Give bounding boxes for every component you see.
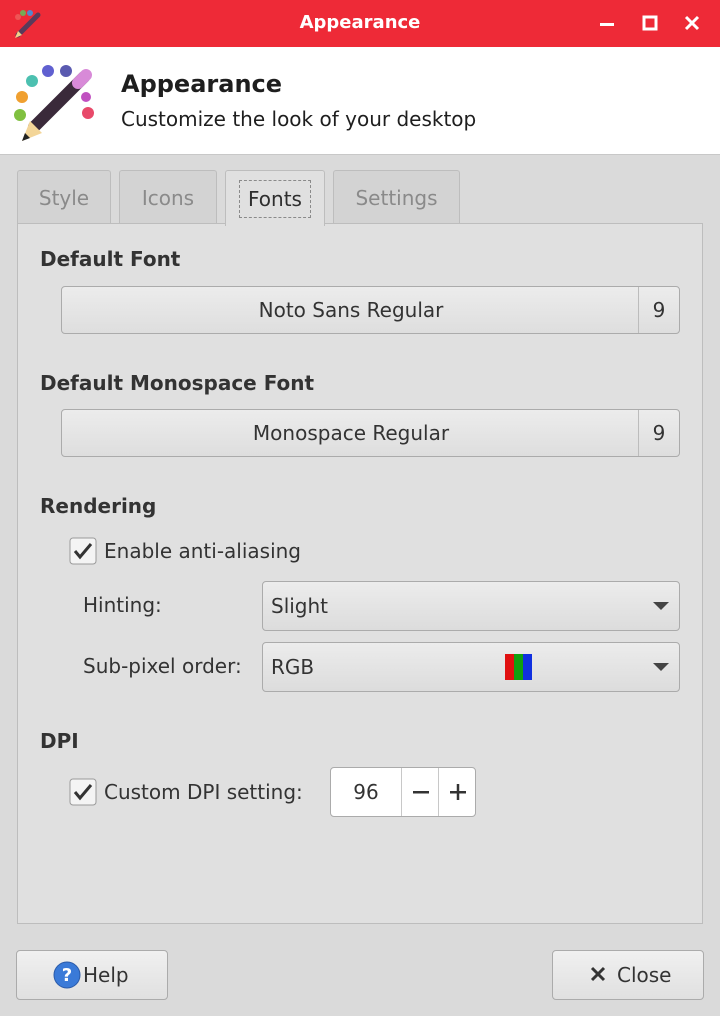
rendering-heading: Rendering [40,494,157,518]
tab-icons[interactable]: Icons [119,170,217,224]
svg-text:?: ? [62,965,72,986]
tab-label: Settings [355,185,438,210]
antialias-label: Enable anti-aliasing [104,539,302,563]
hinting-label: Hinting: [83,593,162,617]
default-font-button[interactable]: Noto Sans Regular 9 [61,286,680,334]
chevron-down-icon [653,663,669,671]
monospace-font-size: 9 [652,421,666,445]
minimize-button[interactable] [594,10,620,36]
help-icon: ? [53,961,81,989]
hinting-value: Slight [271,594,329,618]
dpi-heading: DPI [40,729,79,753]
minus-icon [412,791,429,794]
tab-label: Fonts [239,179,311,218]
monospace-font-button[interactable]: Monospace Regular 9 [61,409,680,457]
dpi-spinbox [330,767,476,817]
checkmark-icon [69,778,97,806]
default-font-name: Noto Sans Regular [258,298,444,322]
header-subtitle: Customize the look of your desktop [121,107,477,131]
antialias-checkbox[interactable] [69,537,97,565]
default-font-heading: Default Font [40,247,181,271]
dpi-value-input[interactable] [331,768,401,816]
help-button[interactable]: ? Help [16,950,168,1000]
tab-label: Style [38,185,90,210]
dpi-decrease-button[interactable] [401,768,439,816]
hinting-dropdown[interactable]: Slight [262,581,680,631]
tab-label: Icons [141,185,195,210]
tab-style[interactable]: Style [17,170,111,224]
appearance-palette-pencil-icon [14,65,94,141]
close-button[interactable]: Close [552,950,704,1000]
default-font-size: 9 [652,298,666,322]
maximize-button[interactable] [637,10,663,36]
title-bar: Appearance [0,0,720,47]
close-icon [590,966,606,982]
close-label: Close [617,963,672,987]
subpixel-dropdown[interactable]: RGB [262,642,680,692]
header-title: Appearance [121,70,283,98]
tab-fonts[interactable]: Fonts [225,170,325,226]
subpixel-label: Sub-pixel order: [83,654,242,678]
custom-dpi-checkbox[interactable] [69,778,97,806]
close-icon [684,15,700,31]
dpi-increase-button[interactable] [438,768,476,816]
checkmark-icon [69,537,97,565]
rgb-swatch-icon [505,654,532,680]
maximize-icon [642,15,658,31]
custom-dpi-label: Custom DPI setting: [104,780,303,804]
dialog-header: Appearance Customize the look of your de… [0,47,720,155]
plus-icon [449,784,466,800]
subpixel-value: RGB [271,655,315,679]
tab-settings[interactable]: Settings [333,170,460,224]
monospace-font-heading: Default Monospace Font [40,371,315,395]
monospace-font-name: Monospace Regular [252,421,450,445]
help-label: Help [83,963,129,987]
close-window-button[interactable] [679,10,705,36]
chevron-down-icon [653,602,669,610]
minimize-icon [600,23,614,26]
